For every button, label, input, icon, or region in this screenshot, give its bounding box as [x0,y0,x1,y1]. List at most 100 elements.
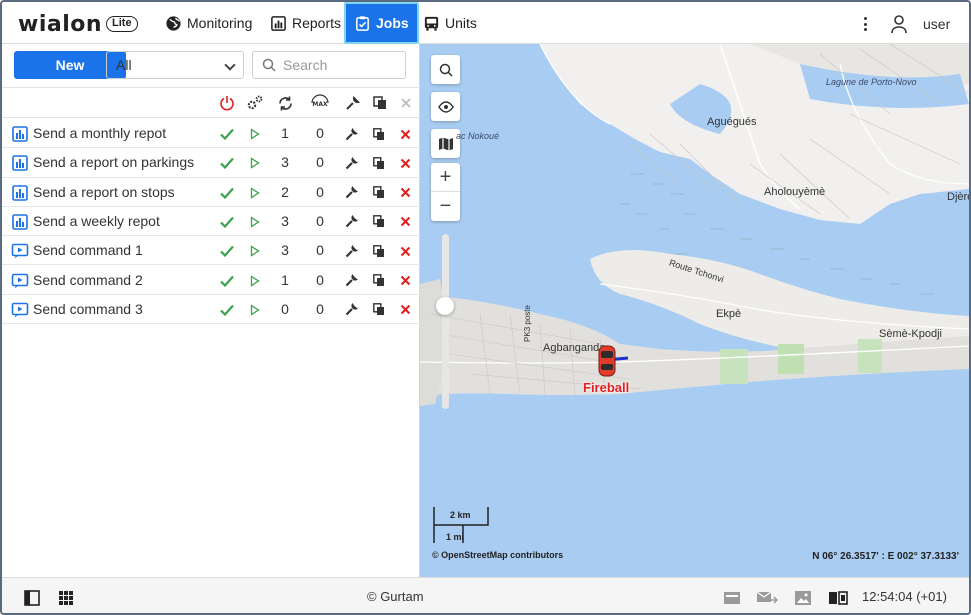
zoom-in-button[interactable]: + [431,163,460,192]
table-row[interactable]: Send command 3 0 0 [2,295,420,325]
enabled-check-icon[interactable] [219,243,235,259]
bus-icon [424,16,439,31]
job-name[interactable]: Send a monthly repot [33,125,166,141]
run-job-icon[interactable] [247,214,263,230]
job-filter-select[interactable]: All [106,51,244,79]
run-job-icon[interactable] [247,243,263,259]
job-name[interactable]: Send a report on parkings [33,154,194,170]
map-label-lagune: Lagune de Porto-Novo [826,77,917,87]
enabled-check-icon[interactable] [219,185,235,201]
map-attribution[interactable]: © OpenStreetMap contributors [432,550,563,560]
map-icon [438,137,453,150]
refresh-icon[interactable] [276,94,294,112]
job-run-count: 0 [281,300,289,317]
delete-icon[interactable] [397,155,413,171]
edit-wrench-icon[interactable] [343,243,359,259]
edit-wrench-icon[interactable] [343,185,359,201]
apps-grid-icon[interactable] [58,590,74,606]
table-row[interactable]: Send a report on stops 2 0 [2,178,420,207]
table-row[interactable]: Send command 2 1 0 [2,266,420,295]
max-icon[interactable]: MAX [311,94,329,112]
zoom-out-button[interactable]: − [431,192,460,221]
copy-icon[interactable] [371,302,387,318]
map-label-pk3: PK3 poste [522,305,532,342]
cursor-coordinates: N 06° 26.3517' : E 002° 37.3133' [812,551,959,562]
copy-icon[interactable] [371,243,387,259]
job-run-count: 2 [281,183,289,200]
job-name[interactable]: Send command 1 [33,242,143,258]
run-job-icon[interactable] [247,273,263,289]
status-bar: © Gurtam 12:54:04 (+01) [2,577,969,613]
zoom-control: + − [431,163,460,221]
enabled-check-icon[interactable] [219,214,235,230]
zoom-slider-handle[interactable] [436,297,454,315]
nav-monitoring[interactable]: Monitoring [165,2,252,44]
copy-icon[interactable] [371,126,387,142]
delete-icon[interactable] [397,214,413,230]
nav-jobs[interactable]: Jobs [344,2,419,44]
nav-units[interactable]: Units [423,2,477,44]
messages-icon[interactable] [756,589,778,607]
copy-icon[interactable] [371,214,387,230]
gallery-icon[interactable] [794,590,812,606]
table-row[interactable]: Send command 1 3 0 [2,236,420,266]
eye-icon [437,100,454,113]
search-input[interactable]: Search [252,51,406,79]
delete-icon[interactable] [397,185,413,201]
enabled-check-icon[interactable] [219,155,235,171]
run-job-icon[interactable] [247,126,263,142]
top-bar: wialon Lite Monitoring Reports Jobs Unit… [2,2,969,44]
edit-wrench-icon[interactable] [343,302,359,318]
command-job-icon [11,272,29,290]
map-visibility-button[interactable] [431,92,460,121]
delete-icon[interactable] [397,273,413,289]
delete-all-icon [397,94,415,112]
nav-reports[interactable]: Reports [270,2,341,44]
table-row[interactable]: Send a report on parkings 3 0 [2,148,420,178]
jobs-toolbar: New All Search [2,44,420,88]
reports-icon [271,15,286,31]
job-name[interactable]: Send a weekly repot [33,213,160,229]
delete-icon[interactable] [397,126,413,142]
edit-wrench-icon[interactable] [343,155,359,171]
delete-icon[interactable] [397,302,413,318]
user-name[interactable]: user [923,16,950,32]
map[interactable]: + − Lagune de Porto-Novo ac Nokoué Aguég… [420,44,969,577]
notifications-icon[interactable] [723,590,741,606]
car-icon[interactable] [597,344,617,378]
command-job-icon [11,242,29,260]
power-icon[interactable] [218,94,236,112]
unit-name-label[interactable]: Fireball [583,380,629,395]
more-menu-icon[interactable] [858,15,872,33]
zoom-slider[interactable] [442,234,449,409]
run-job-icon[interactable] [247,185,263,201]
panel-toggle-icon[interactable] [24,590,40,606]
copy-icon[interactable] [371,185,387,201]
edit-wrench-icon[interactable] [343,214,359,230]
app-window: wialon Lite Monitoring Reports Jobs Unit… [0,0,971,615]
map-search-button[interactable] [431,55,460,84]
delete-icon[interactable] [397,243,413,259]
run-job-icon[interactable] [247,302,263,318]
wialon-logo[interactable]: wialon Lite [18,11,138,37]
layout-icon[interactable] [828,590,848,606]
job-max-count: 0 [316,300,324,317]
copy-icon[interactable] [371,273,387,289]
enabled-check-icon[interactable] [219,302,235,318]
job-name[interactable]: Send command 2 [33,272,143,288]
gears-icon[interactable] [246,94,264,112]
enabled-check-icon[interactable] [219,273,235,289]
job-name[interactable]: Send command 3 [33,301,143,317]
table-row[interactable]: Send a weekly repot 3 0 [2,207,420,237]
edit-wrench-icon[interactable] [343,126,359,142]
wrench-icon [343,94,361,112]
run-job-icon[interactable] [247,155,263,171]
enabled-check-icon[interactable] [219,126,235,142]
edit-wrench-icon[interactable] [343,273,359,289]
job-run-count: 3 [281,212,289,229]
copy-icon[interactable] [371,155,387,171]
table-row[interactable]: Send a monthly repot 1 0 [2,119,420,149]
user-icon[interactable] [890,14,908,34]
jobs-icon [356,15,369,31]
job-name[interactable]: Send a report on stops [33,184,175,200]
